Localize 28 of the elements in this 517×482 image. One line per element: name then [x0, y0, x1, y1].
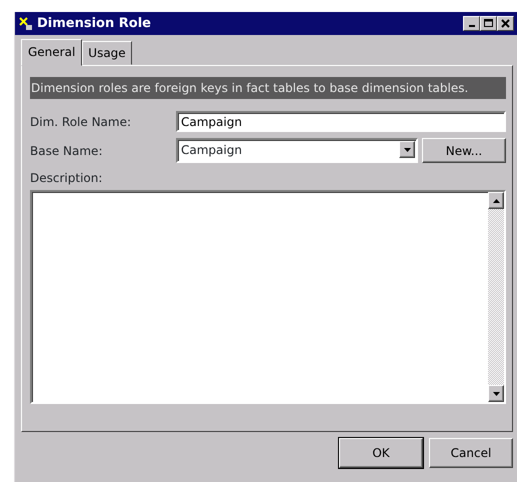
close-button[interactable]	[497, 16, 514, 31]
description-field[interactable]	[30, 190, 506, 404]
up-arrow-icon	[492, 198, 500, 202]
maximize-button[interactable]	[480, 16, 497, 31]
combo-value: Campaign	[180, 142, 243, 159]
minimize-icon	[468, 25, 474, 27]
window-title: Dimension Role	[37, 14, 151, 33]
dropdown-button[interactable]	[399, 141, 415, 158]
minimize-button[interactable]	[463, 16, 480, 31]
field-label: Base Name:	[30, 142, 104, 160]
combo-box[interactable]: Campaign	[176, 138, 418, 163]
maximize-icon	[484, 19, 493, 28]
field-label: Dim. Role Name:	[30, 114, 132, 130]
scroll-down-button[interactable]	[488, 385, 504, 402]
field-label: Description:	[30, 170, 102, 187]
app-icon	[18, 16, 34, 30]
scrollbar[interactable]	[488, 192, 504, 402]
ok-button[interactable]: OK	[339, 438, 423, 468]
info-banner: Dimension roles are foreign keys in fact tables to base dimension tables.	[30, 77, 506, 99]
down-arrow-icon	[404, 148, 410, 152]
tab[interactable]: Usage	[82, 41, 132, 65]
new-button[interactable]: New...	[422, 138, 506, 163]
down-arrow-icon	[492, 392, 500, 396]
text-field[interactable]: Campaign	[176, 111, 506, 132]
cancel-button[interactable]: Cancel	[429, 438, 513, 468]
close-icon	[501, 19, 510, 28]
tab[interactable]: General	[21, 39, 82, 66]
scroll-up-button[interactable]	[488, 192, 504, 209]
